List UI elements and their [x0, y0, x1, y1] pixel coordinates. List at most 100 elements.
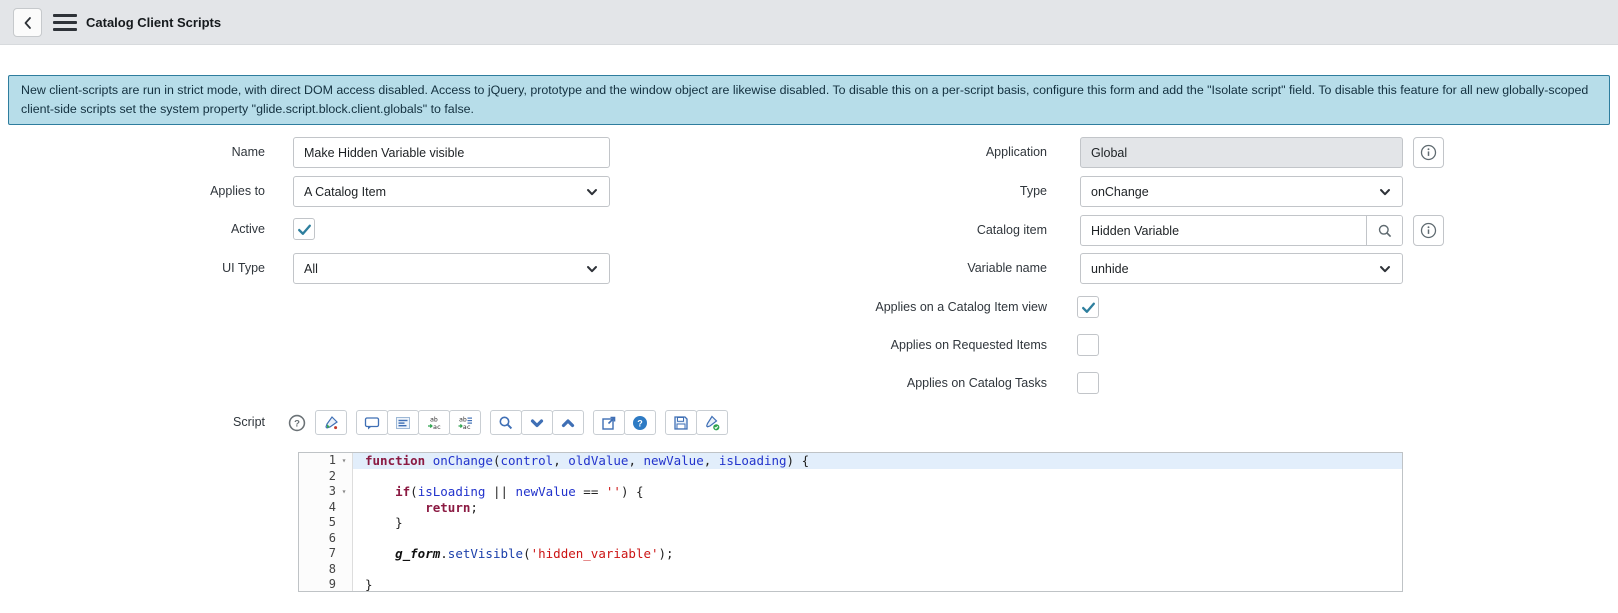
code-line[interactable]: 8: [299, 561, 1402, 578]
applies-to-value: A Catalog Item: [304, 184, 386, 199]
code-line[interactable]: 9}: [299, 577, 1402, 592]
applies-on-catalog-tasks-checkbox[interactable]: [1077, 372, 1099, 394]
search-icon: [498, 415, 514, 431]
svg-text:?: ?: [294, 418, 300, 429]
catalog-item-input[interactable]: [1081, 216, 1366, 245]
replace-button[interactable]: ab ac: [418, 410, 450, 435]
gutter-line-number: 6: [299, 530, 353, 547]
type-select[interactable]: onChange: [1080, 176, 1403, 207]
check-icon: [1081, 302, 1095, 313]
syntax-check-icon: [704, 415, 720, 431]
applies-to-label: Applies to: [210, 184, 265, 198]
variable-name-select[interactable]: unhide: [1080, 253, 1403, 284]
reference-lookup-button[interactable]: [1366, 216, 1402, 245]
code-text: if(isLoading || newValue == '') {: [395, 484, 644, 499]
find-previous-button[interactable]: [552, 410, 584, 435]
syntax-check-button[interactable]: [696, 410, 728, 435]
find-previous-icon: [560, 415, 576, 431]
search-icon: [1378, 224, 1391, 237]
toolbar-button-group: [315, 410, 347, 435]
fold-arrow-placeholder: [336, 562, 352, 578]
syntax-highlight-icon: [323, 415, 339, 431]
application-info-button[interactable]: [1413, 137, 1444, 168]
toolbar-button-group: ?: [593, 410, 656, 435]
syntax-highlight-button[interactable]: [315, 410, 347, 435]
gutter-line-number: 5: [299, 515, 353, 531]
applies-on-requested-items-label: Applies on Requested Items: [890, 338, 1047, 352]
code-text: }: [365, 577, 373, 592]
info-icon: [1420, 144, 1437, 161]
fold-arrow-placeholder: [336, 546, 352, 562]
fold-arrow-placeholder: [336, 515, 352, 531]
applies-to-select[interactable]: A Catalog Item: [293, 176, 610, 207]
name-label: Name: [231, 145, 265, 159]
gutter-line-number: 4: [299, 499, 353, 515]
help-icon: ?: [632, 415, 648, 431]
search-button[interactable]: [490, 410, 522, 435]
info-banner-text: New client-scripts are run in strict mod…: [21, 83, 1589, 116]
script-editor[interactable]: 1 ▾ function onChange(control, oldValue, n…: [298, 452, 1403, 592]
catalog-item-info-button[interactable]: [1413, 215, 1444, 246]
help-button[interactable]: ?: [624, 410, 656, 435]
application-label: Application: [985, 145, 1047, 159]
toggle-comment-button[interactable]: [356, 410, 388, 435]
fold-arrow-placeholder: [336, 469, 352, 485]
format-code-icon: [395, 415, 411, 431]
open-window-button[interactable]: [593, 410, 625, 435]
script-label: Script: [233, 415, 265, 429]
back-button[interactable]: [13, 8, 42, 37]
gutter-line-number: 3 ▾: [299, 484, 353, 500]
form-context-menu-icon[interactable]: [53, 14, 77, 31]
chevron-left-icon: [24, 16, 31, 29]
code-text: return;: [425, 499, 478, 515]
svg-text:?: ?: [637, 418, 643, 428]
format-code-button[interactable]: [387, 410, 419, 435]
info-banner: New client-scripts are run in strict mod…: [8, 75, 1610, 125]
ui-type-select[interactable]: All: [293, 253, 610, 284]
toolbar-button-group: [490, 410, 584, 435]
info-icon: [1420, 222, 1437, 239]
toolbar-button-group: ab ac ab ac: [356, 410, 481, 435]
fold-arrow-placeholder: [336, 531, 352, 547]
active-checkbox[interactable]: [293, 218, 315, 240]
fold-arrow-icon[interactable]: ▾: [336, 453, 352, 469]
ui-type-label: UI Type: [222, 261, 265, 275]
save-button[interactable]: [665, 410, 697, 435]
gutter-line-number: 8: [299, 561, 353, 578]
fold-arrow-placeholder: [336, 577, 352, 591]
open-window-icon: [601, 415, 617, 431]
code-text: function onChange(control, oldValue, new…: [353, 453, 1402, 469]
context-help-icon[interactable]: ?: [288, 414, 306, 432]
chevron-down-icon: [1378, 262, 1392, 276]
code-line[interactable]: 5 }: [299, 515, 1402, 531]
code-line[interactable]: 3 ▾ if(isLoading || newValue == '') {: [299, 484, 1402, 500]
replace-all-icon: ab ac: [457, 415, 473, 431]
applies-on-catalog-item-view-checkbox[interactable]: [1077, 296, 1099, 318]
code-line[interactable]: 2: [299, 468, 1402, 485]
script-toolbar: ? ab ac ab ac?: [288, 410, 728, 436]
gutter-line-number: 7: [299, 546, 353, 562]
save-icon: [673, 415, 689, 431]
active-label: Active: [230, 222, 265, 236]
gutter-line-number: 2: [299, 468, 353, 485]
chevron-down-icon: [585, 262, 599, 276]
code-line[interactable]: 4 return;: [299, 499, 1402, 515]
code-line[interactable]: 1 ▾ function onChange(control, oldValue, n…: [299, 453, 1402, 469]
find-next-button[interactable]: [521, 410, 553, 435]
code-line[interactable]: 6: [299, 530, 1402, 547]
replace-all-button[interactable]: ab ac: [449, 410, 481, 435]
name-input[interactable]: [293, 137, 610, 168]
toolbar-button-group: [665, 410, 728, 435]
catalog-item-field: [1080, 215, 1403, 246]
svg-text:ac: ac: [463, 422, 471, 430]
find-next-icon: [529, 415, 545, 431]
applies-on-requested-items-checkbox[interactable]: [1077, 334, 1099, 356]
fold-arrow-icon[interactable]: ▾: [336, 484, 352, 500]
code-line[interactable]: 7 g_form.setVisible('hidden_variable');: [299, 546, 1402, 562]
type-label: Type: [1019, 184, 1047, 198]
applies-on-catalog-tasks-label: Applies on Catalog Tasks: [906, 376, 1047, 390]
applies-on-catalog-item-view-label: Applies on a Catalog Item view: [875, 300, 1047, 314]
variable-name-value: unhide: [1091, 261, 1129, 276]
